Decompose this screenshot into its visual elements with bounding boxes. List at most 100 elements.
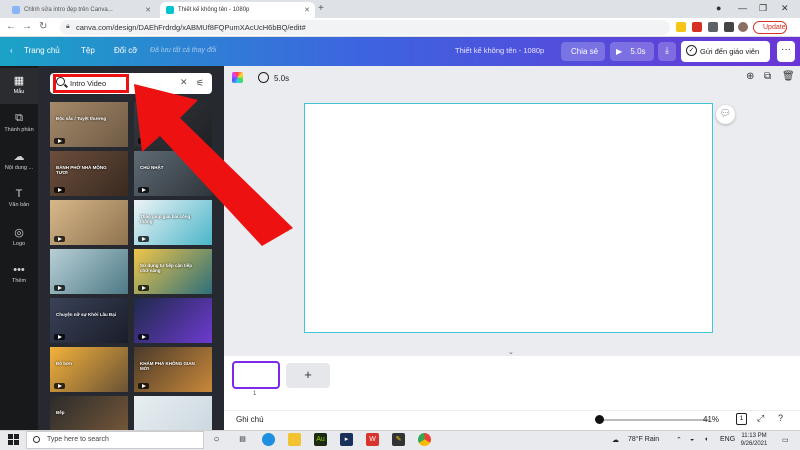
page-duration[interactable]: 5.0s xyxy=(274,74,289,83)
zoom-level[interactable]: 41% xyxy=(703,415,719,424)
weather-icon: ☁ xyxy=(612,437,619,444)
extension-icon[interactable] xyxy=(708,22,718,32)
rail-item-text[interactable]: T Văn bản xyxy=(0,182,38,218)
file-menu[interactable]: Tệp xyxy=(81,46,95,55)
notes-app-icon[interactable]: ✎ xyxy=(392,433,405,446)
close-tab-icon[interactable]: ✕ xyxy=(145,6,151,14)
close-tab-icon[interactable]: ✕ xyxy=(304,6,310,14)
close-window-icon[interactable]: ✕ xyxy=(781,3,789,14)
add-page-button[interactable]: + xyxy=(286,363,330,388)
video-badge-icon xyxy=(138,236,149,242)
more-options-button[interactable]: ··· xyxy=(777,41,795,62)
extensions-puzzle-icon[interactable] xyxy=(724,22,734,32)
template-thumbnail[interactable]: BÁNH PHỞ NHÀ MỘNG TƯƠI xyxy=(50,151,128,196)
page-thumbnail[interactable] xyxy=(232,361,280,389)
rail-item-elements[interactable]: ⧉ Thành phần xyxy=(0,106,38,142)
video-badge-icon xyxy=(138,334,149,340)
left-rail: ▦ Mẫu ⧉ Thành phần ☁ Nội dung ... T Văn … xyxy=(0,66,38,430)
app-icon[interactable]: ▸ xyxy=(340,433,353,446)
weather-text[interactable]: 78°F Rain xyxy=(628,436,659,443)
template-thumbnail[interactable]: Độc sắc / Tuyệt thương xyxy=(50,102,128,147)
back-icon[interactable]: ← xyxy=(6,21,16,32)
add-comment-icon[interactable]: 💬︎ xyxy=(716,105,735,124)
add-page-icon[interactable]: ⊕ xyxy=(746,71,754,82)
browser-tab[interactable]: Chỉnh sửa intro đẹp trên Canva... ✕ xyxy=(6,2,156,18)
upload-icon: ☁ xyxy=(13,151,25,163)
zoom-slider[interactable] xyxy=(596,419,709,421)
home-link[interactable]: Trang chủ xyxy=(24,46,60,55)
template-search-box[interactable]: Intro Video ✕ ⚟ xyxy=(50,73,212,94)
fullscreen-icon[interactable]: ⤢ xyxy=(757,413,764,424)
browser-tab-active[interactable]: Thiết kế không tên - 1080p ✕ xyxy=(160,2,315,18)
network-icon[interactable]: ◒ xyxy=(690,436,694,443)
video-badge-icon xyxy=(54,383,65,389)
task-view-icon[interactable]: ○ xyxy=(210,433,223,446)
minimize-icon[interactable]: — xyxy=(738,3,747,13)
input-language[interactable]: ENG xyxy=(720,436,735,443)
search-highlight-box xyxy=(53,74,129,93)
resize-button[interactable]: Đổi cỡ xyxy=(114,46,137,55)
chrome-icon[interactable] xyxy=(418,433,431,446)
share-button[interactable]: Chia sẻ xyxy=(561,42,605,61)
windows-start-icon[interactable] xyxy=(8,434,19,445)
delete-page-icon[interactable]: 🗑︎ xyxy=(782,71,795,82)
profile-avatar[interactable] xyxy=(738,22,748,32)
taskbar-clock[interactable]: 11:13 PM 9/26/2021 xyxy=(736,432,772,448)
notifications-icon[interactable]: ▭ xyxy=(782,436,789,444)
notes-button[interactable]: Ghi chú xyxy=(236,415,264,424)
template-thumbnail[interactable] xyxy=(134,102,212,147)
rail-item-logo[interactable]: ◎ Logo xyxy=(0,220,38,256)
video-badge-icon xyxy=(138,187,149,193)
wps-icon[interactable]: W xyxy=(366,433,379,446)
play-button[interactable]: ▶ 5.0s xyxy=(610,42,654,61)
maximize-icon[interactable]: ❐ xyxy=(759,3,767,14)
template-icon: ▦ xyxy=(13,75,25,87)
taskbar-search[interactable]: Type here to search xyxy=(26,431,204,449)
rail-item-uploads[interactable]: ☁ Nội dung ... xyxy=(0,144,38,180)
file-explorer-icon[interactable] xyxy=(288,433,301,446)
chevron-down-icon[interactable]: ⌄ xyxy=(508,348,514,356)
template-thumbnail[interactable]: Sử dụng tự tiếp cận tiếp chữ năng xyxy=(134,249,212,294)
template-thumbnail[interactable]: Chuyện nữ sự Khởi Lâu Đại xyxy=(50,298,128,343)
clear-search-icon[interactable]: ✕ xyxy=(180,77,188,88)
template-thumbnail[interactable] xyxy=(50,200,128,245)
new-tab-icon[interactable]: + xyxy=(318,3,324,14)
chrome-menu-dot-icon[interactable]: ● xyxy=(716,3,721,13)
design-title[interactable]: Thiết kế không tên - 1080p xyxy=(455,46,544,55)
filter-icon[interactable]: ⚟ xyxy=(196,78,204,89)
edge-icon[interactable] xyxy=(262,433,275,446)
tray-chevron-icon[interactable]: ⌃ xyxy=(676,436,682,444)
template-thumbnail[interactable] xyxy=(134,298,212,343)
template-caption: Độc sắc / Tuyệt thương xyxy=(56,116,107,121)
check-circle-icon: ✓ xyxy=(686,45,697,56)
forward-icon[interactable]: → xyxy=(22,21,32,32)
video-badge-icon xyxy=(54,236,65,242)
video-badge-icon xyxy=(138,138,149,144)
timer-icon[interactable] xyxy=(258,72,269,83)
template-thumbnail[interactable]: Đồ bơn xyxy=(50,347,128,392)
url-field[interactable]: 🔒︎ canva.com/design/DAEhFrdrdg/xABMUf8FQ… xyxy=(60,20,670,35)
reload-icon[interactable]: ↻ xyxy=(39,21,47,32)
rail-item-more[interactable]: ••• Thêm xyxy=(0,258,38,294)
download-icon[interactable]: ⤓ xyxy=(658,42,676,61)
lock-icon: 🔒︎ xyxy=(66,23,70,30)
widgets-icon[interactable]: ▤ xyxy=(236,433,249,446)
audition-icon[interactable]: Au xyxy=(314,433,327,446)
template-thumbnail[interactable]: CHỦ NHẬT xyxy=(134,151,212,196)
template-thumbnail[interactable]: KHÁM PHÁ KHÔNG GIAN MỚI xyxy=(134,347,212,392)
help-icon[interactable]: ? xyxy=(778,413,783,423)
extension-icon[interactable] xyxy=(692,22,702,32)
template-thumbnail[interactable]: Thảo giúp giải bài công thông xyxy=(134,200,212,245)
logo-icon: ◎ xyxy=(14,227,24,239)
rail-item-templates[interactable]: ▦ Mẫu xyxy=(0,68,38,104)
duplicate-page-icon[interactable]: ⧉ xyxy=(764,71,771,82)
update-button[interactable]: Update xyxy=(753,21,787,34)
design-canvas[interactable] xyxy=(304,103,713,333)
color-palette-icon[interactable] xyxy=(232,72,243,83)
back-chevron-icon[interactable]: ‹ xyxy=(10,46,13,55)
send-to-teacher-button[interactable]: ✓ Gửi đến giáo viên xyxy=(681,41,770,62)
template-thumbnail[interactable] xyxy=(50,249,128,294)
volume-icon[interactable]: ◖ xyxy=(704,436,708,443)
page-count-button[interactable]: 1 xyxy=(736,413,747,425)
extension-icon[interactable] xyxy=(676,22,686,32)
